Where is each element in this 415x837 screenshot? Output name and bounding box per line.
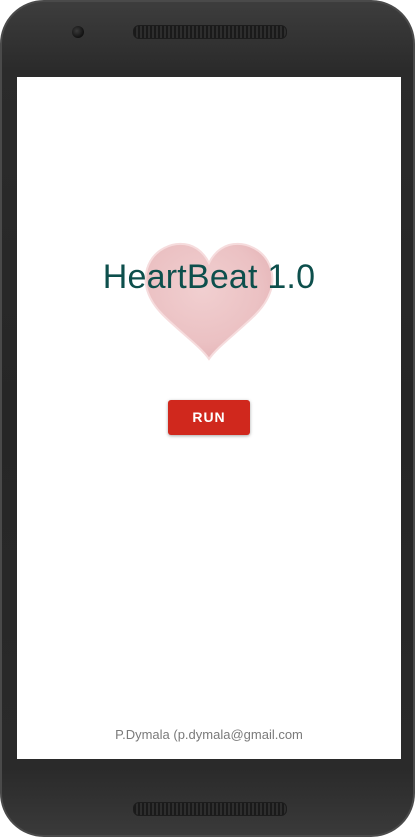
- top-speaker-grille: [133, 25, 287, 39]
- bottom-speaker-grille: [133, 802, 287, 816]
- author-footer: P.Dymala (p.dymala@gmail.com: [115, 727, 303, 742]
- phone-frame: HeartBeat 1.0 RUN P.Dymala (p.dymala@gma…: [0, 0, 415, 837]
- app-screen: HeartBeat 1.0 RUN P.Dymala (p.dymala@gma…: [17, 77, 401, 759]
- front-camera: [72, 26, 84, 38]
- run-button[interactable]: RUN: [168, 400, 250, 435]
- app-title: HeartBeat 1.0: [102, 258, 316, 296]
